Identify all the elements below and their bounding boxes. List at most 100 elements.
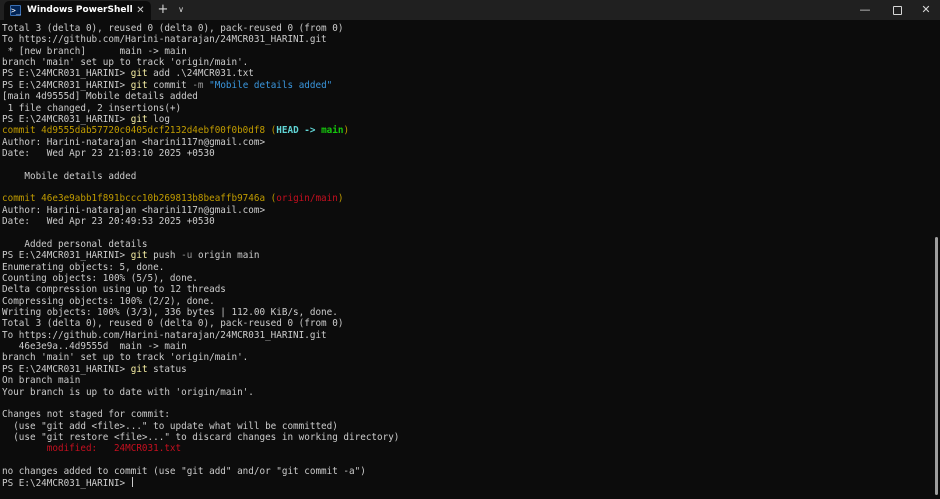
terminal-text: Mobile details added: [2, 170, 137, 182]
terminal-line: Counting objects: 100% (5/5), done.: [2, 273, 926, 284]
restore-icon: [892, 6, 902, 15]
terminal-line: (use "git restore <file>..." to discard …: [2, 432, 926, 443]
terminal-line: (use "git add <file>..." to update what …: [2, 421, 926, 432]
terminal-text: push: [147, 250, 182, 262]
vertical-scrollbar[interactable]: [933, 22, 940, 499]
terminal-text: git: [130, 250, 148, 262]
terminal-output[interactable]: Total 3 (delta 0), reused 0 (delta 0), p…: [2, 23, 926, 497]
terminal-line: Total 3 (delta 0), reused 0 (delta 0), p…: [2, 318, 926, 329]
terminal-line: Writing objects: 100% (3/3), 336 bytes |…: [2, 307, 926, 318]
terminal-line: Delta compression using up to 12 threads: [2, 284, 926, 295]
close-tab-icon[interactable]: ✕: [134, 4, 147, 17]
terminal-text: PS E:\24MCR031_HARINI>: [2, 363, 131, 375]
close-window-button[interactable]: ✕: [912, 1, 940, 19]
tab-title: Windows PowerShell: [27, 5, 133, 15]
terminal-text: (use "git restore <file>..." to discard …: [2, 431, 400, 443]
terminal-text: * [new branch] main -> main: [2, 45, 187, 57]
powershell-icon: >_: [10, 5, 21, 16]
terminal-line: To https://github.com/Harini-natarajan/2…: [2, 34, 926, 45]
terminal-text: -u: [181, 250, 193, 262]
terminal-text: git: [130, 113, 148, 125]
terminal-text: Counting objects: 100% (5/5), done.: [2, 272, 198, 284]
terminal-text: branch 'main' set up to track 'origin/ma…: [2, 57, 249, 69]
terminal-line: Mobile details added: [2, 171, 926, 182]
terminal-line: [main 4d9555d] Mobile details added: [2, 91, 926, 102]
terminal-line: modified: 24MCR031.txt: [2, 443, 926, 454]
terminal-text: git: [130, 68, 148, 80]
maximize-button[interactable]: [883, 1, 911, 19]
terminal-text: Date: Wed Apr 23 21:03:10 2025 +0530: [2, 147, 215, 159]
terminal-text: ): [337, 193, 344, 205]
terminal-text: log: [147, 113, 170, 125]
terminal-text: PS E:\24MCR031_HARINI>: [2, 79, 131, 91]
terminal-line: Compressing objects: 100% (2/2), done.: [2, 296, 926, 307]
terminal-line: PS E:\24MCR031_HARINI> git commit -m "Mo…: [2, 80, 926, 91]
terminal-text: main: [321, 125, 344, 137]
terminal-text: Writing objects: 100% (3/3), 336 bytes |…: [2, 306, 338, 318]
text-cursor: [131, 477, 133, 488]
terminal-line: 46e3e9a..4d9555d main -> main: [2, 341, 926, 352]
terminal-line: branch 'main' set up to track 'origin/ma…: [2, 57, 926, 68]
terminal-line: To https://github.com/Harini-natarajan/2…: [2, 330, 926, 341]
terminal-text: 1 file changed, 2 insertions(+): [2, 102, 182, 114]
terminal-text: commit: [147, 79, 193, 91]
terminal-text: origin/main: [276, 193, 338, 205]
terminal-line: commit 46e3e9abb1f891bccc10b269813b8beaf…: [2, 193, 926, 204]
terminal-text: Added personal details: [2, 238, 148, 250]
terminal-line: branch 'main' set up to track 'origin/ma…: [2, 352, 926, 363]
terminal-text: Author: Harini-natarajan <harini117n@gma…: [2, 204, 266, 216]
scroll-thumb[interactable]: [935, 237, 938, 495]
terminal-line: 1 file changed, 2 insertions(+): [2, 103, 926, 114]
terminal-text: commit 46e3e9abb1f891bccc10b269813b8beaf…: [2, 193, 271, 205]
terminal-line: Date: Wed Apr 23 21:03:10 2025 +0530: [2, 148, 926, 159]
terminal-line: PS E:\24MCR031_HARINI> git add .\24MCR03…: [2, 68, 926, 79]
terminal-text: branch 'main' set up to track 'origin/ma…: [2, 352, 249, 364]
terminal-line: Added personal details: [2, 239, 926, 250]
terminal-line: PS E:\24MCR031_HARINI>: [2, 477, 926, 490]
tab-dropdown-icon[interactable]: ∨: [174, 1, 188, 19]
terminal-line: commit 4d9555dab57720c0405dcf2132d4ebf00…: [2, 125, 926, 136]
tab-windows-powershell[interactable]: >_ Windows PowerShell ✕: [4, 1, 151, 20]
terminal-text: [main 4d9555d] Mobile details added: [2, 91, 198, 103]
terminal-text: git: [130, 79, 148, 91]
terminal-text: 46e3e9a..4d9555d main -> main: [2, 341, 187, 353]
terminal-text: -m: [192, 79, 204, 91]
terminal-text: Author: Harini-natarajan <harini117n@gma…: [2, 136, 266, 148]
terminal-text: To https://github.com/Harini-natarajan/2…: [2, 329, 327, 341]
terminal-line: Your branch is up to date with 'origin/m…: [2, 387, 926, 398]
terminal-text: git: [130, 363, 148, 375]
terminal-line: Author: Harini-natarajan <harini117n@gma…: [2, 137, 926, 148]
terminal-line: Date: Wed Apr 23 20:49:53 2025 +0530: [2, 216, 926, 227]
terminal-text: ): [343, 125, 350, 137]
terminal-line: Author: Harini-natarajan <harini117n@gma…: [2, 205, 926, 216]
terminal-text: modified: 24MCR031.txt: [46, 443, 182, 455]
terminal-line: PS E:\24MCR031_HARINI> git log: [2, 114, 926, 125]
terminal-text: "Mobile details added": [209, 79, 333, 91]
terminal-line: * [new branch] main -> main: [2, 46, 926, 57]
terminal-text: Your branch is up to date with 'origin/m…: [2, 386, 254, 398]
terminal-text: add .\24MCR031.txt: [147, 68, 254, 80]
terminal-text: PS E:\24MCR031_HARINI>: [2, 68, 131, 80]
terminal-line: PS E:\24MCR031_HARINI> git status: [2, 364, 926, 375]
terminal-text: On branch main: [2, 375, 81, 387]
terminal-text: Enumerating objects: 5, done.: [2, 261, 165, 273]
terminal-text: Total 3 (delta 0), reused 0 (delta 0), p…: [2, 23, 344, 34]
terminal-line: Changes not staged for commit:: [2, 409, 926, 420]
terminal-text: commit 4d9555dab57720c0405dcf2132d4ebf00…: [2, 125, 271, 137]
terminal-text: origin main: [192, 250, 260, 262]
terminal-text: status: [147, 363, 187, 375]
powershell-window: >_ Windows PowerShell ✕ + ∨ — ✕ Total 3 …: [0, 0, 940, 499]
terminal-line: no changes added to commit (use "git add…: [2, 466, 926, 477]
terminal-text: (use "git add <file>..." to update what …: [2, 420, 338, 432]
terminal-text: no changes added to commit (use "git add…: [2, 466, 366, 478]
terminal-line: On branch main: [2, 375, 926, 386]
new-tab-button[interactable]: +: [156, 1, 170, 19]
terminal-text: PS E:\24MCR031_HARINI>: [2, 250, 131, 262]
minimize-button[interactable]: —: [851, 1, 879, 19]
terminal-line: Total 3 (delta 0), reused 0 (delta 0), p…: [2, 23, 926, 34]
terminal-text: PS E:\24MCR031_HARINI>: [2, 478, 131, 490]
